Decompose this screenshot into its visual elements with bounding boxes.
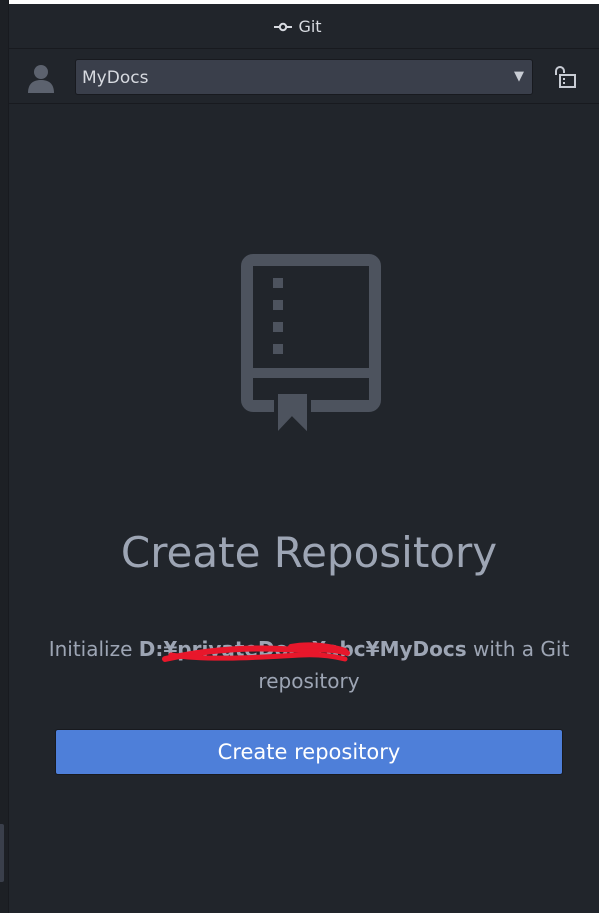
repository-path: D:¥privateDocs¥abc¥MyDocs <box>139 637 467 662</box>
triangle-down-icon: ▼ <box>514 69 524 84</box>
description-prefix: Initialize <box>48 637 139 661</box>
left-dock-edge <box>0 0 9 913</box>
repository-select[interactable]: MyDocs ▼ <box>75 59 533 95</box>
redaction-scribble <box>161 642 350 662</box>
create-repository-description: Initialize D:¥privateDocs¥abc¥MyDocs wit… <box>47 633 571 697</box>
repository-toolbar: MyDocs ▼ <box>9 48 599 104</box>
panel-title: Git <box>274 16 322 36</box>
panel-title-bar: Git <box>9 4 599 48</box>
create-repository-heading: Create Repository <box>120 528 498 577</box>
repository-select-value: MyDocs <box>82 68 149 88</box>
unlock-icon[interactable] <box>552 64 580 92</box>
panel-title-text: Git <box>298 16 322 36</box>
repository-book-icon <box>241 254 381 442</box>
user-avatar-icon[interactable] <box>26 63 56 93</box>
dock-resize-handle[interactable] <box>0 824 4 882</box>
git-panel: Git MyDocs ▼ Create Repository Initializ… <box>0 0 599 913</box>
git-commit-icon <box>274 17 293 36</box>
empty-state: Create Repository Initialize D:¥privateD… <box>9 104 599 913</box>
create-repository-button[interactable]: Create repository <box>55 729 563 775</box>
